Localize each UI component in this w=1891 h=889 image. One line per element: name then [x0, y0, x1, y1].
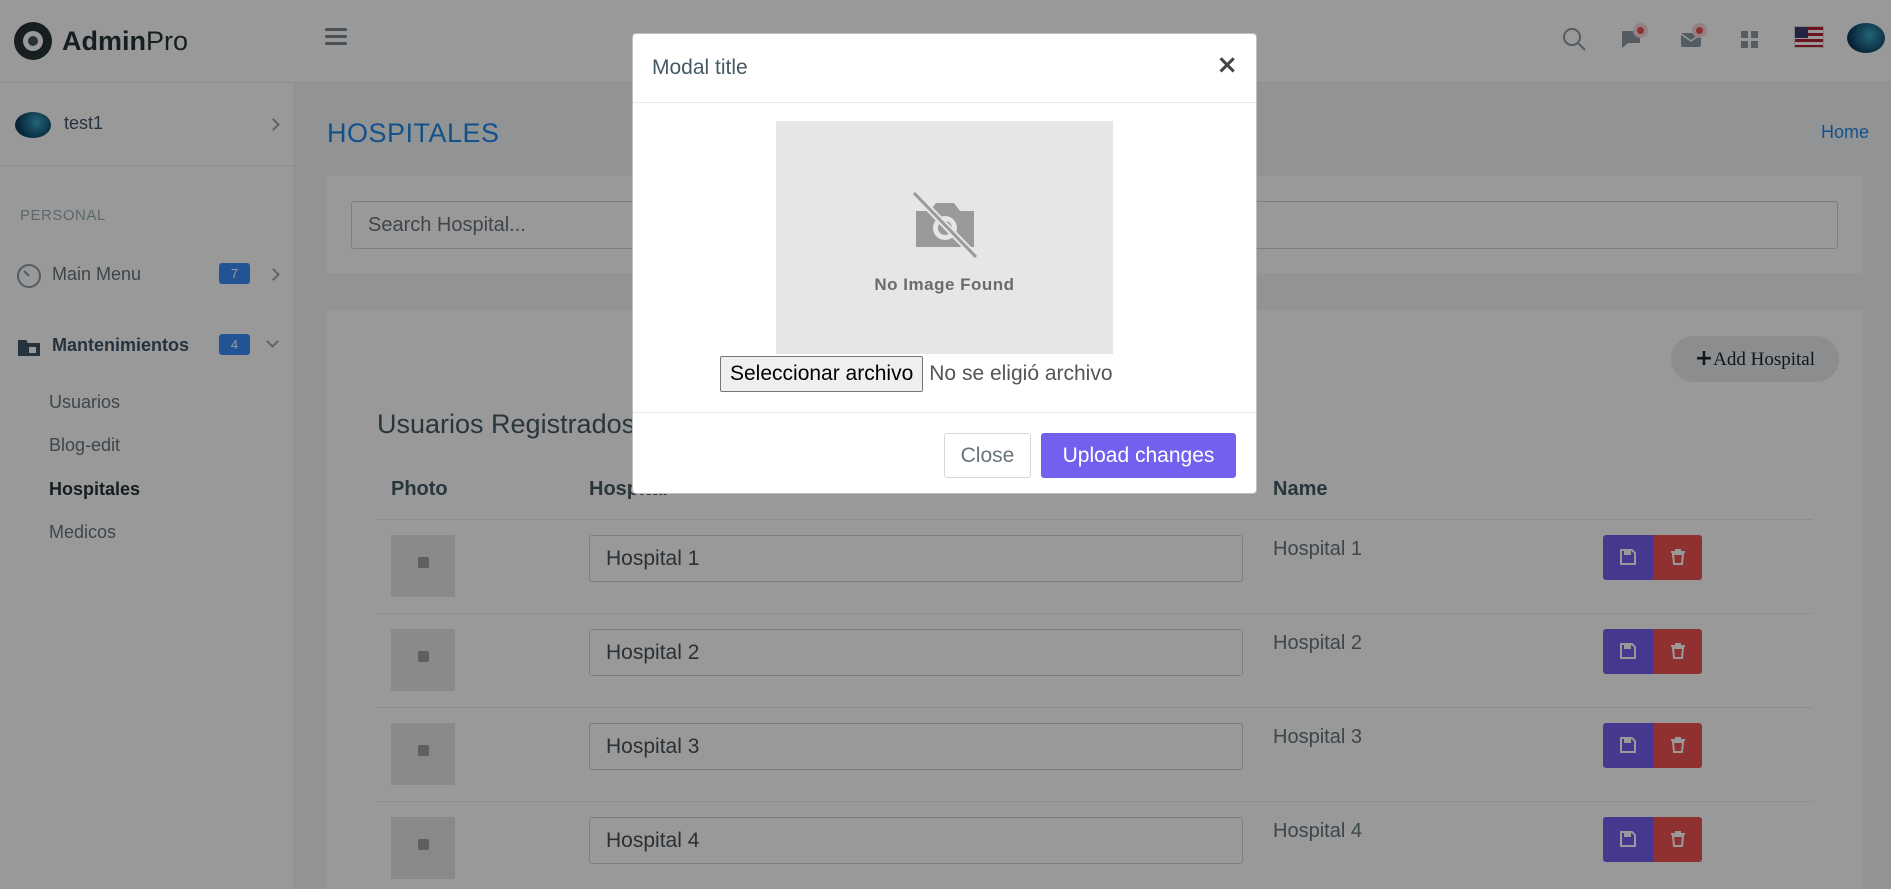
modal-footer: Close Upload changes	[633, 412, 1256, 493]
upload-changes-button[interactable]: Upload changes	[1041, 433, 1236, 478]
file-input: Seleccionar archivo No se eligió archivo	[720, 356, 1113, 392]
upload-image-modal: Modal title × No Image Found Seleccionar…	[632, 33, 1257, 494]
file-status-text: No se eligió archivo	[929, 362, 1113, 385]
no-image-text: No Image Found	[874, 275, 1015, 294]
no-camera-icon	[911, 190, 979, 260]
close-icon[interactable]: ×	[1216, 52, 1238, 78]
modal-title: Modal title	[652, 56, 748, 79]
modal-header: Modal title ×	[633, 34, 1256, 103]
choose-file-button[interactable]: Seleccionar archivo	[720, 356, 924, 392]
close-button[interactable]: Close	[944, 433, 1031, 478]
image-preview: No Image Found	[776, 121, 1113, 354]
